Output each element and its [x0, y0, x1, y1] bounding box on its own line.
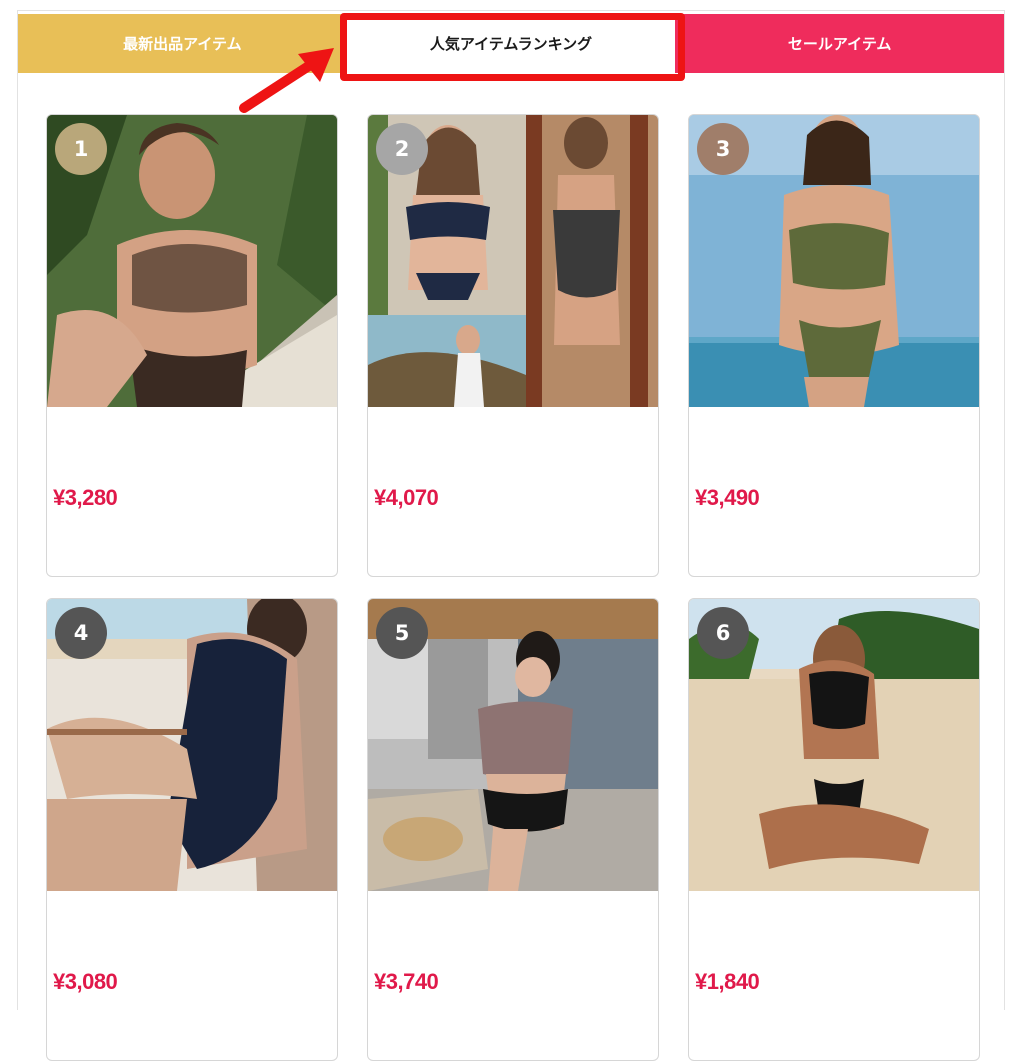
product-price: ¥3,080	[53, 969, 118, 994]
product-price: ¥4,070	[374, 485, 439, 510]
product-card[interactable]: 6 ¥1,840	[688, 598, 980, 1061]
product-price: ¥1,840	[695, 969, 760, 994]
tab-new-items[interactable]: 最新出品アイテム	[18, 14, 347, 73]
rank-badge: 3	[697, 123, 749, 175]
rank-badge: 1	[55, 123, 107, 175]
rank-badge: 4	[55, 607, 107, 659]
product-card[interactable]: 4 ¥3,080	[46, 598, 338, 1061]
tab-ranking[interactable]: 人気アイテムランキング	[346, 14, 676, 73]
product-card[interactable]: 5 ¥3,740	[367, 598, 659, 1061]
product-card[interactable]: 2 ¥4,070	[367, 114, 659, 577]
product-price: ¥3,490	[695, 485, 760, 510]
rank-badge: 6	[697, 607, 749, 659]
product-card[interactable]: 1 ¥3,280	[46, 114, 338, 577]
product-card[interactable]: 3 ¥3,490	[688, 114, 980, 577]
rank-badge: 2	[376, 123, 428, 175]
product-price: ¥3,280	[53, 485, 118, 510]
rank-badge: 5	[376, 607, 428, 659]
category-tab-bar: 最新出品アイテム 人気アイテムランキング セールアイテム	[18, 14, 1005, 73]
tab-sale[interactable]: セールアイテム	[675, 14, 1005, 73]
product-price: ¥3,740	[374, 969, 439, 994]
